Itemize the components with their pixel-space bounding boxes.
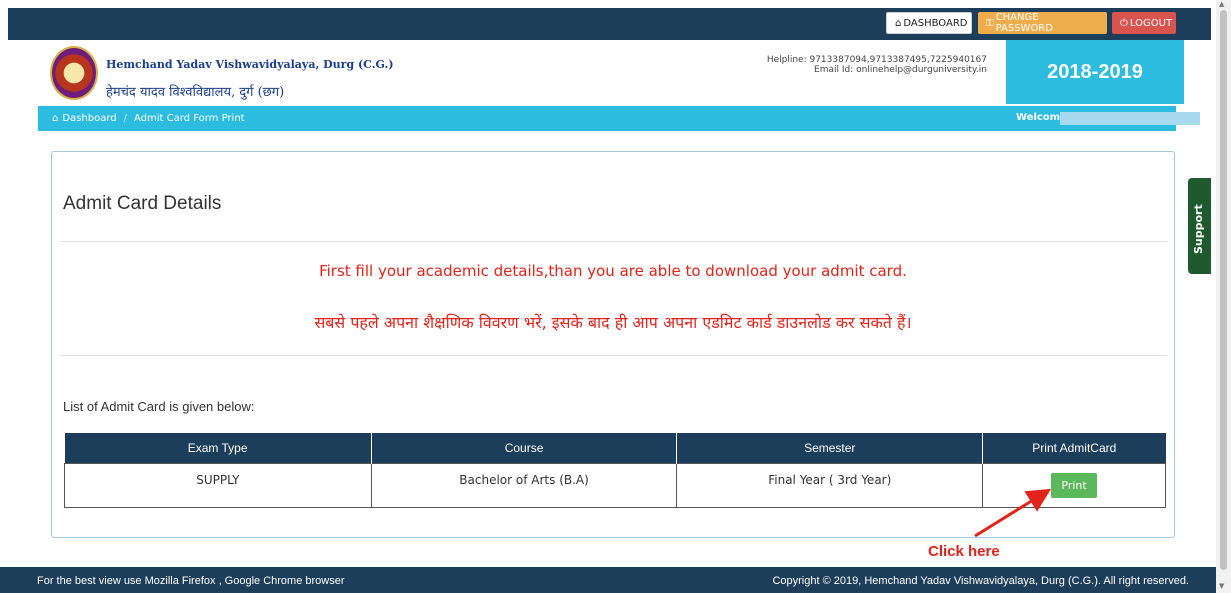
browser-note: For the best view use Mozilla Firefox , …	[37, 575, 345, 587]
scroll-thumb[interactable]	[1220, 10, 1227, 570]
copyright: Copyright © 2019, Hemchand Yadav Vishwav…	[772, 575, 1189, 587]
footer: For the best view use Mozilla Firefox , …	[0, 567, 1216, 593]
click-here-annotation: Click here	[928, 543, 1000, 560]
scroll-down-icon[interactable]: ▼	[1219, 582, 1224, 590]
support-tab[interactable]: Support	[1188, 178, 1211, 274]
vertical-scrollbar[interactable]: ▲ ▼	[1216, 0, 1231, 593]
support-label: Support	[1192, 204, 1205, 254]
scroll-up-icon[interactable]: ▲	[1219, 0, 1224, 8]
annotation-arrow	[974, 488, 1052, 538]
